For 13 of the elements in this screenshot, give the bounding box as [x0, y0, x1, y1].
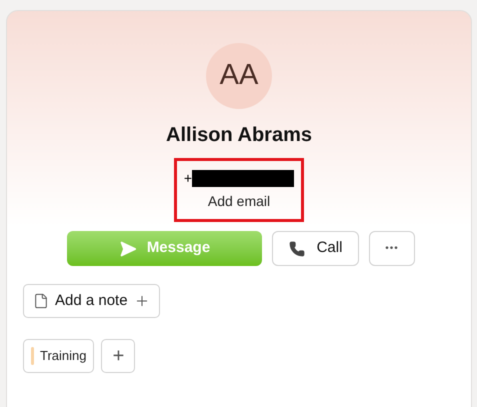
phone-number: +: [184, 169, 192, 187]
add-email-link[interactable]: Add email: [208, 191, 270, 212]
more-button[interactable]: •••: [369, 231, 415, 266]
document-icon: [33, 292, 49, 310]
tag-label: Training: [40, 347, 86, 366]
send-icon: [118, 240, 137, 258]
contact-name: Allison Abrams: [166, 123, 312, 148]
add-tag-button[interactable]: +: [101, 339, 136, 373]
avatar: AA: [206, 43, 272, 109]
phone-icon: [288, 240, 305, 256]
call-button[interactable]: Call: [272, 231, 359, 266]
tag[interactable]: Training: [23, 339, 94, 373]
add-note-button[interactable]: Add a note: [23, 284, 160, 318]
